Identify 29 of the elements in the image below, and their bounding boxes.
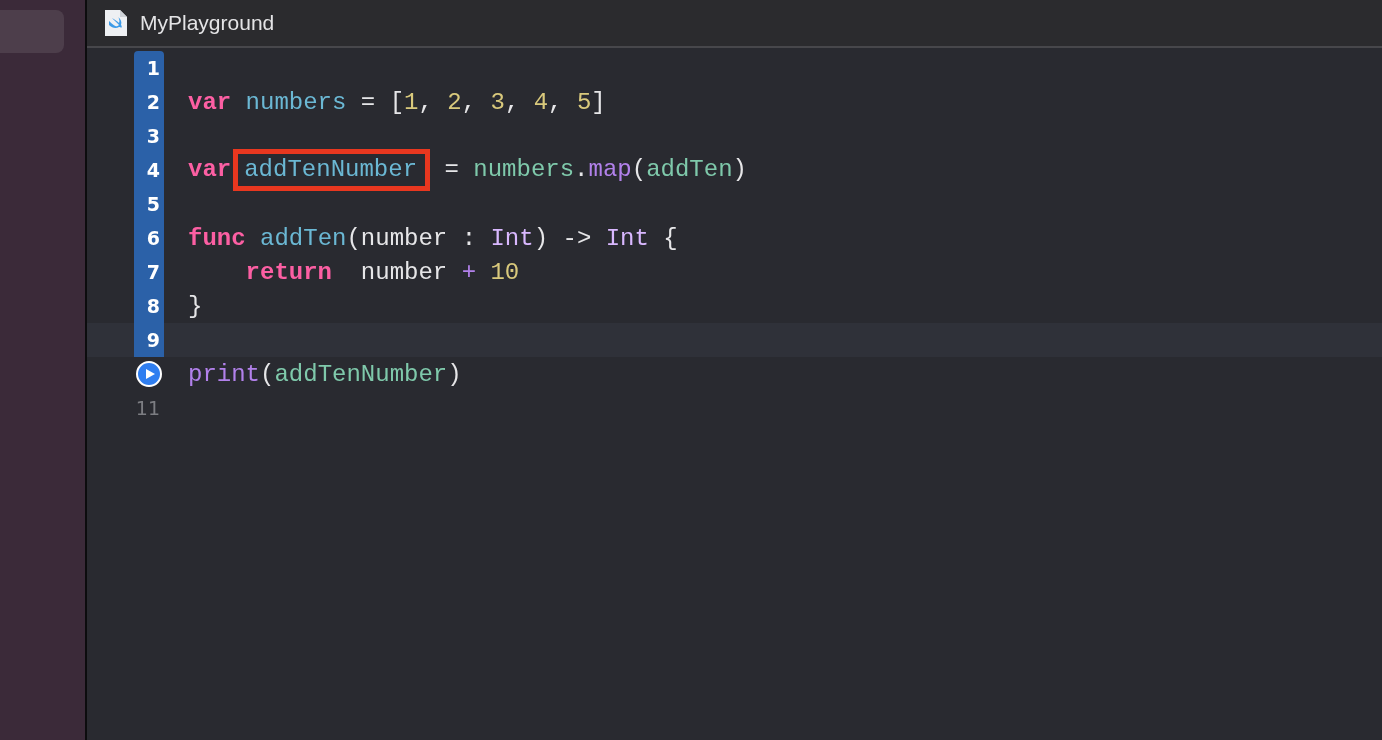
executed-range-bar[interactable]: 4 xyxy=(134,153,164,187)
executed-range-bar[interactable]: 5 xyxy=(134,187,164,221)
line-number: 4 xyxy=(146,159,160,181)
executed-range-bar[interactable]: 1 xyxy=(134,51,164,85)
line-number: 8 xyxy=(146,295,160,317)
play-icon xyxy=(144,368,156,380)
line-number: 9 xyxy=(146,329,160,351)
code-line: print(addTenNumber) xyxy=(188,360,462,388)
line-number: 1 xyxy=(146,57,160,79)
executed-range-bar[interactable]: 2 xyxy=(134,85,164,119)
line-number: 6 xyxy=(146,227,160,249)
code-line: return number + 10 xyxy=(244,258,520,286)
line-number: 3 xyxy=(146,125,160,147)
executed-range-bar[interactable]: 7 xyxy=(134,255,164,289)
executed-range-bar[interactable]: 9 xyxy=(134,323,164,357)
code-line: func addTen(number : Int) -> Int { xyxy=(188,224,678,252)
code-line: var addTenNumber = numbers.map(addTen) xyxy=(188,149,747,191)
swift-file-icon xyxy=(104,9,128,37)
line-number: 7 xyxy=(146,261,160,283)
code-line: var numbers = [1, 2, 3, 4, 5] xyxy=(188,88,606,116)
file-title[interactable]: MyPlayground xyxy=(140,11,275,35)
code-line: } xyxy=(188,292,203,320)
executed-range-bar[interactable]: 6 xyxy=(134,221,164,255)
executed-range-bar[interactable]: 3 xyxy=(134,119,164,153)
line-number: 5 xyxy=(146,193,160,215)
executed-range-bar[interactable]: 8 xyxy=(134,289,164,323)
line-number: 11 xyxy=(135,397,160,419)
run-button[interactable] xyxy=(136,361,162,387)
line-number: 2 xyxy=(146,91,160,113)
